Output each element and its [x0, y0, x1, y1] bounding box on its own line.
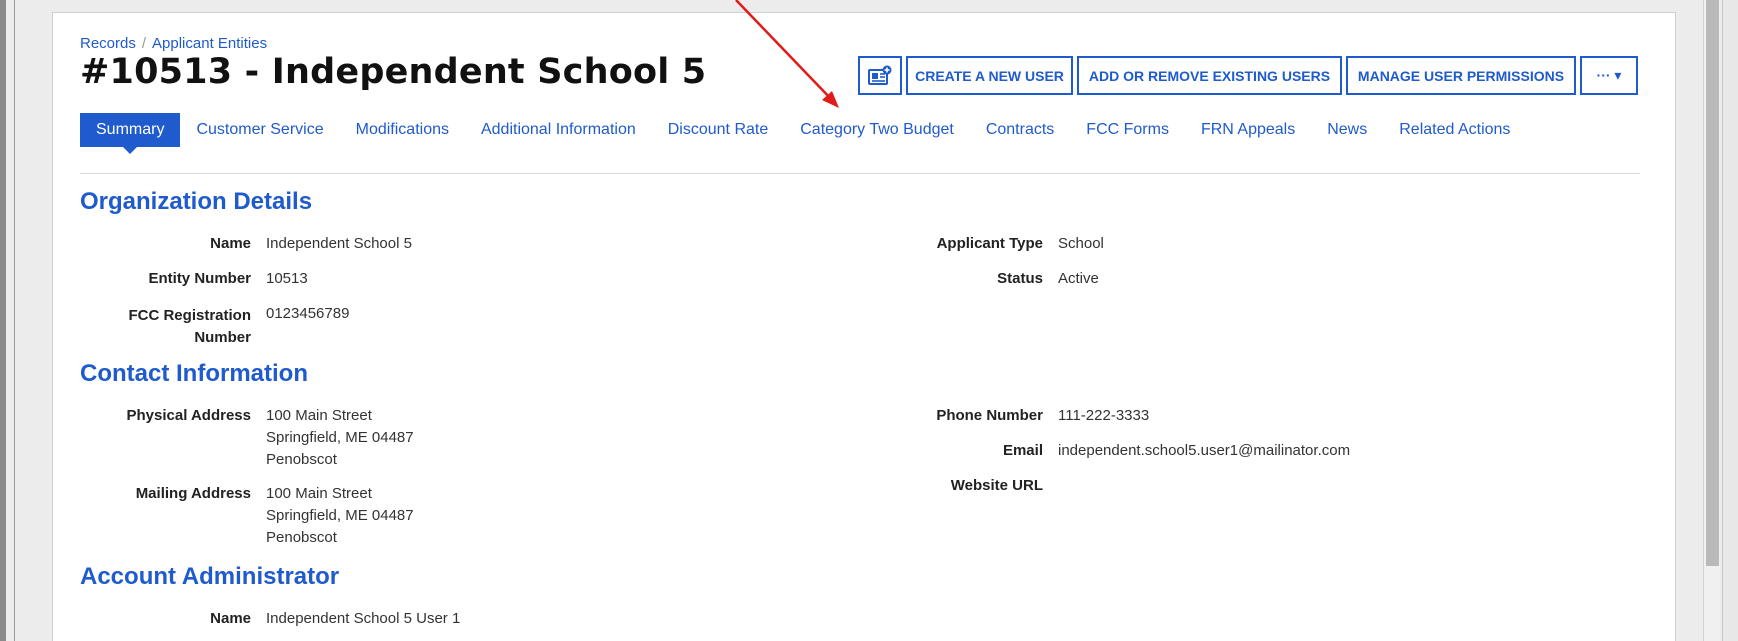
status-value: Active: [1058, 270, 1099, 287]
organization-details-heading: Organization Details: [80, 188, 313, 215]
admin-name-value: Independent School 5 User 1: [266, 610, 461, 627]
entity-number-value: 10513: [266, 270, 308, 287]
tab-contracts[interactable]: Contracts: [970, 113, 1070, 147]
email-value: independent.school5.user1@mailinator.com: [1058, 442, 1351, 459]
breadcrumb: Records / Applicant Entities: [80, 35, 267, 52]
email-label: Email: [1002, 442, 1043, 459]
tab-discount-rate[interactable]: Discount Rate: [652, 113, 785, 147]
fcc-registration-label-line2: Number: [194, 329, 251, 346]
website-url-label: Website URL: [950, 477, 1043, 494]
applicant-type-label: Applicant Type: [936, 235, 1043, 252]
tabs-divider: [80, 173, 1640, 174]
tab-bar: Summary Customer Service Modifications A…: [80, 113, 1526, 154]
tab-category-two-budget[interactable]: Category Two Budget: [784, 113, 970, 147]
admin-name-label: Name: [210, 610, 251, 627]
breadcrumb-records-link[interactable]: Records: [80, 35, 136, 52]
entity-number-label: Entity Number: [148, 270, 251, 287]
breadcrumb-applicant-entities-link[interactable]: Applicant Entities: [152, 35, 267, 52]
tab-summary[interactable]: Summary: [80, 113, 181, 154]
fcc-registration-value: 0123456789: [266, 305, 350, 322]
tab-news[interactable]: News: [1311, 113, 1383, 147]
contact-information-heading: Contact Information: [80, 360, 308, 387]
account-administrator-heading: Account Administrator: [80, 563, 340, 590]
applicant-type-value: School: [1058, 235, 1104, 252]
status-label: Status: [997, 270, 1043, 287]
tab-related-actions[interactable]: Related Actions: [1383, 113, 1526, 147]
org-name-label: Name: [210, 235, 251, 252]
physical-address-line2: Springfield, ME 04487: [266, 429, 414, 446]
org-name-value: Independent School 5: [266, 235, 412, 252]
tab-additional-information[interactable]: Additional Information: [465, 113, 652, 147]
create-new-user-button[interactable]: CREATE A NEW USER: [906, 56, 1073, 95]
physical-address-label: Physical Address: [126, 407, 251, 424]
breadcrumb-separator: /: [141, 35, 147, 52]
contact-card-add-button[interactable]: [858, 56, 902, 95]
contact-card-add-icon: [868, 65, 892, 85]
tab-customer-service[interactable]: Customer Service: [180, 113, 339, 147]
manage-permissions-button[interactable]: MANAGE USER PERMISSIONS: [1346, 56, 1576, 95]
physical-address-line1: 100 Main Street: [266, 407, 372, 424]
mailing-address-line2: Springfield, ME 04487: [266, 507, 414, 524]
fcc-registration-label-line1: FCC Registration: [128, 307, 251, 324]
physical-address-value: 100 Main Street Springfield, ME 04487 Pe…: [266, 405, 414, 471]
scrollbar-thumb[interactable]: [1706, 0, 1719, 566]
frame-divider: [14, 0, 15, 641]
more-actions-button[interactable]: ··· ▾: [1580, 56, 1638, 95]
tab-frn-appeals[interactable]: FRN Appeals: [1185, 113, 1311, 147]
tab-modifications[interactable]: Modifications: [340, 113, 465, 147]
window-right-edge: [1722, 0, 1738, 641]
mailing-address-value: 100 Main Street Springfield, ME 04487 Pe…: [266, 483, 414, 549]
phone-number-value: 111-222-3333: [1058, 407, 1150, 424]
fcc-registration-label: FCC Registration Number: [128, 305, 251, 349]
mailing-address-line1: 100 Main Street: [266, 485, 372, 502]
mailing-address-label: Mailing Address: [135, 485, 251, 502]
tab-fcc-forms[interactable]: FCC Forms: [1070, 113, 1185, 147]
add-remove-users-button[interactable]: ADD OR REMOVE EXISTING USERS: [1077, 56, 1342, 95]
mailing-address-line3: Penobscot: [266, 529, 337, 546]
toolbar: CREATE A NEW USER ADD OR REMOVE EXISTING…: [858, 56, 1638, 95]
page-title: #10513 - Independent School 5: [80, 52, 707, 92]
phone-number-label: Phone Number: [936, 407, 1043, 424]
physical-address-line3: Penobscot: [266, 451, 337, 468]
